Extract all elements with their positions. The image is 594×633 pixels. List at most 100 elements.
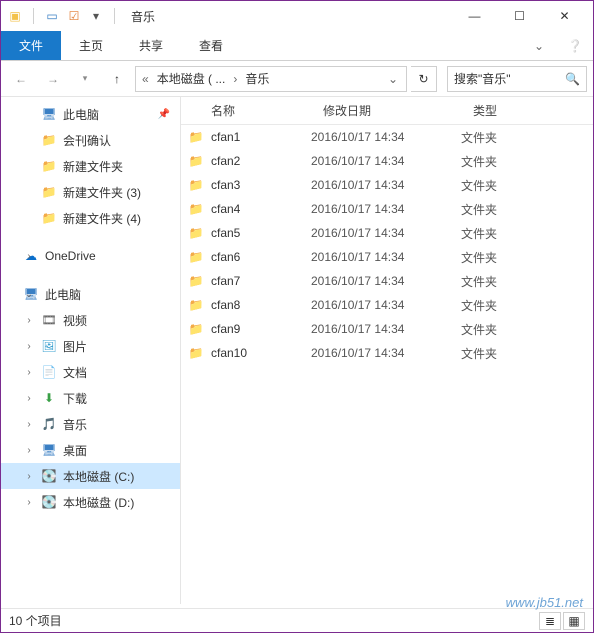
file-row[interactable]: 📁cfan22016/10/17 14:34文件夹 xyxy=(181,149,593,173)
tree-label: 本地磁盘 (C:) xyxy=(63,468,134,485)
watermark: www.jb51.net xyxy=(506,595,583,610)
breadcrumb-segment[interactable]: 本地磁盘 ( ... xyxy=(153,70,230,87)
folder-icon: 📁 xyxy=(41,184,57,200)
search-input[interactable]: 搜索"音乐" 🔍 xyxy=(447,66,587,92)
properties-icon[interactable]: ▭ xyxy=(44,8,60,24)
column-name[interactable]: 名称 xyxy=(181,102,311,119)
expand-icon[interactable]: › xyxy=(23,367,35,378)
file-name: cfan7 xyxy=(211,274,311,288)
folder-icon: 📁 xyxy=(181,226,211,240)
icons-view-button[interactable]: ▦ xyxy=(563,612,585,630)
tree-label: 此电脑 xyxy=(63,106,99,123)
file-type: 文件夹 xyxy=(461,321,531,338)
window-title: 音乐 xyxy=(131,8,155,25)
dropdown-icon[interactable]: ▾ xyxy=(88,8,104,24)
chevron-right-icon[interactable]: › xyxy=(231,72,239,86)
tree-label: 视频 xyxy=(63,312,87,329)
file-row[interactable]: 📁cfan42016/10/17 14:34文件夹 xyxy=(181,197,593,221)
minimize-button[interactable]: ― xyxy=(452,2,497,30)
column-date[interactable]: 修改日期 xyxy=(311,102,461,119)
file-row[interactable]: 📁cfan92016/10/17 14:34文件夹 xyxy=(181,317,593,341)
tree-pc-item[interactable]: ›⬇下载 xyxy=(1,385,180,411)
tree-quick-item[interactable]: 📁新建文件夹 (3) xyxy=(1,179,180,205)
tree-quick-item[interactable]: 📁 新建文件夹 (4) xyxy=(1,205,180,231)
file-row[interactable]: 📁cfan62016/10/17 14:34文件夹 xyxy=(181,245,593,269)
navigation-tree[interactable]: 🖥此电脑📌📁会刊确认📁新建文件夹📁新建文件夹 (3)📁新建文件夹 (4) › ☁… xyxy=(1,97,181,604)
file-row[interactable]: 📁cfan72016/10/17 14:34文件夹 xyxy=(181,269,593,293)
expand-icon[interactable]: › xyxy=(23,315,35,326)
checkbox-icon[interactable]: ☑ xyxy=(66,8,82,24)
expand-icon[interactable]: › xyxy=(23,497,35,508)
expand-icon[interactable]: › xyxy=(23,445,35,456)
up-button[interactable]: ↑ xyxy=(103,66,131,92)
file-row[interactable]: 📁cfan32016/10/17 14:34文件夹 xyxy=(181,173,593,197)
file-row[interactable]: 📁cfan82016/10/17 14:34文件夹 xyxy=(181,293,593,317)
column-type[interactable]: 类型 xyxy=(461,102,531,119)
tree-label: 本地磁盘 (D:) xyxy=(63,494,134,511)
tree-quick-item[interactable]: 📁新建文件夹 xyxy=(1,153,180,179)
tab-view[interactable]: 查看 xyxy=(181,31,241,60)
app-icon: ▣ xyxy=(7,8,23,24)
tree-quick-item[interactable]: 📁会刊确认 xyxy=(1,127,180,153)
tree-this-pc[interactable]: ⌄ 🖥 此电脑 xyxy=(1,281,180,307)
tree-onedrive[interactable]: › ☁ OneDrive xyxy=(1,243,180,269)
file-row[interactable]: 📁cfan12016/10/17 14:34文件夹 xyxy=(181,125,593,149)
tab-share[interactable]: 共享 xyxy=(121,31,181,60)
recent-locations-button[interactable]: ▾ xyxy=(71,66,99,92)
search-icon[interactable]: 🔍 xyxy=(565,72,580,86)
folder-icon: 📁 xyxy=(181,154,211,168)
expand-icon[interactable]: › xyxy=(23,393,35,404)
tree-label: 新建文件夹 xyxy=(63,158,123,175)
breadcrumb-segment[interactable]: 音乐 xyxy=(241,70,273,87)
chevron-left-icon[interactable]: « xyxy=(140,72,151,86)
downloads-icon: ⬇ xyxy=(41,390,57,406)
file-row[interactable]: 📁cfan52016/10/17 14:34文件夹 xyxy=(181,221,593,245)
file-type: 文件夹 xyxy=(461,177,531,194)
tab-file[interactable]: 文件 xyxy=(1,31,61,60)
ribbon-expand-button[interactable]: ⌄ xyxy=(521,31,557,60)
status-bar: 10 个项目 ≣ ▦ xyxy=(1,608,593,632)
expand-icon[interactable]: › xyxy=(23,471,35,482)
tree-pc-item[interactable]: ›💽本地磁盘 (D:) xyxy=(1,489,180,515)
tree-pc-item[interactable]: ›🎞视频 xyxy=(1,307,180,333)
tree-pc-item[interactable]: › 💽 本地磁盘 (C:) xyxy=(1,463,180,489)
file-type: 文件夹 xyxy=(461,273,531,290)
address-dropdown-icon[interactable]: ⌄ xyxy=(384,72,402,86)
forward-button[interactable]: → xyxy=(39,66,67,92)
refresh-button[interactable]: ↻ xyxy=(411,66,437,92)
tree-label: OneDrive xyxy=(45,249,96,263)
folder-icon: 📁 xyxy=(181,274,211,288)
tree-quick-item[interactable]: 🖥此电脑📌 xyxy=(1,101,180,127)
file-name: cfan8 xyxy=(211,298,311,312)
tree-label: 新建文件夹 (4) xyxy=(63,210,141,227)
folder-icon: 📁 xyxy=(41,210,57,226)
expand-icon[interactable]: › xyxy=(23,341,35,352)
tab-home[interactable]: 主页 xyxy=(61,31,121,60)
expand-icon[interactable]: › xyxy=(23,251,35,262)
file-type: 文件夹 xyxy=(461,345,531,362)
file-name: cfan1 xyxy=(211,130,311,144)
folder-icon: 📁 xyxy=(181,298,211,312)
back-button[interactable]: ← xyxy=(7,66,35,92)
expand-icon[interactable]: › xyxy=(23,419,35,430)
file-date: 2016/10/17 14:34 xyxy=(311,322,461,336)
close-button[interactable]: ✕ xyxy=(542,2,587,30)
tree-pc-item[interactable]: ›🎵音乐 xyxy=(1,411,180,437)
collapse-icon[interactable]: ⌄ xyxy=(23,289,35,300)
help-button[interactable]: ❔ xyxy=(557,31,593,60)
tree-pc-item[interactable]: ›📄文档 xyxy=(1,359,180,385)
file-row[interactable]: 📁cfan102016/10/17 14:34文件夹 xyxy=(181,341,593,365)
column-headers: 名称 修改日期 类型 xyxy=(181,97,593,125)
file-date: 2016/10/17 14:34 xyxy=(311,130,461,144)
separator xyxy=(33,8,34,24)
file-list[interactable]: 名称 修改日期 类型 📁cfan12016/10/17 14:34文件夹📁cfa… xyxy=(181,97,593,604)
address-bar[interactable]: « 本地磁盘 ( ... › 音乐 ⌄ xyxy=(135,66,407,92)
tree-pc-item[interactable]: ›🖼图片 xyxy=(1,333,180,359)
folder-icon: 📁 xyxy=(181,202,211,216)
tree-label: 会刊确认 xyxy=(63,132,111,149)
tree-pc-item[interactable]: ›🖥桌面 xyxy=(1,437,180,463)
pc-icon: 🖥 xyxy=(41,106,57,122)
maximize-button[interactable]: ☐ xyxy=(497,2,542,30)
details-view-button[interactable]: ≣ xyxy=(539,612,561,630)
drive-icon: 💽 xyxy=(41,468,57,484)
